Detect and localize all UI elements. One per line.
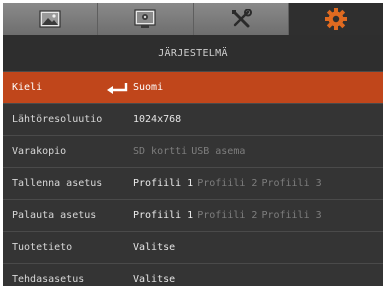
settings-list: Kieli Suomi Lähtöresoluutio 1024x768 Varakop… <box>3 71 383 286</box>
enter-icon <box>107 83 128 94</box>
tab-system[interactable] <box>288 3 383 35</box>
settings-row[interactable]: Lähtöresoluutio 1024x768 <box>3 103 383 135</box>
setting-label: Tehdasasetus <box>12 274 85 285</box>
setting-options: SD kortti USB asema <box>133 136 249 168</box>
osd-menu: JÄRJESTELMÄ Kieli Suomi Lähtöresoluutio 102… <box>3 3 383 286</box>
setting-options: Profiili 1 Profiili 2 Profiili 3 <box>133 168 326 200</box>
setting-label: Tuotetieto <box>12 242 73 253</box>
setting-option[interactable]: Profiili 1 <box>133 178 193 189</box>
setting-label: Palauta asetus <box>12 210 97 221</box>
settings-row[interactable]: Kieli Suomi <box>3 71 383 103</box>
setting-option[interactable]: USB asema <box>191 146 245 157</box>
setting-value: 1024x768 <box>133 114 182 125</box>
setting-option[interactable]: Profiili 1 <box>133 210 193 221</box>
setting-option[interactable]: Profiili 2 <box>197 178 257 189</box>
section-title: JÄRJESTELMÄ <box>3 35 383 71</box>
tab-display-settings[interactable] <box>98 3 194 35</box>
setting-value: Valitse <box>133 274 176 285</box>
setting-label: Tallenna asetus <box>12 178 103 189</box>
setting-label: Kieli <box>12 82 43 93</box>
settings-row[interactable]: Palauta asetus Profiili 1 Profiili 2 Profii… <box>3 199 383 231</box>
display-settings-icon <box>134 9 156 28</box>
setting-option[interactable]: Profiili 3 <box>261 178 321 189</box>
setting-label: Lähtöresoluutio <box>12 114 103 125</box>
settings-row[interactable]: Tallenna asetus Profiili 1 Profiili 2 Profi… <box>3 167 383 199</box>
settings-row[interactable]: Varakopio SD kortti USB asema <box>3 135 383 167</box>
tab-image[interactable] <box>3 3 99 35</box>
gear-icon <box>324 8 347 30</box>
menu-tab-bar <box>3 3 383 35</box>
setting-value: Valitse <box>133 242 176 253</box>
settings-row[interactable]: Tehdasasetus Valitse <box>3 263 383 286</box>
image-icon <box>39 10 61 28</box>
setting-value: Suomi <box>133 82 164 93</box>
setting-option[interactable]: Profiili 3 <box>261 210 321 221</box>
tab-tools[interactable] <box>193 3 289 35</box>
settings-row[interactable]: Tuotetieto Valitse <box>3 231 383 263</box>
tools-icon <box>231 9 252 28</box>
setting-option[interactable]: Profiili 2 <box>197 210 257 221</box>
setting-option[interactable]: SD kortti <box>133 146 187 157</box>
setting-label: Varakopio <box>12 146 67 157</box>
setting-options: Profiili 1 Profiili 2 Profiili 3 <box>133 200 326 232</box>
